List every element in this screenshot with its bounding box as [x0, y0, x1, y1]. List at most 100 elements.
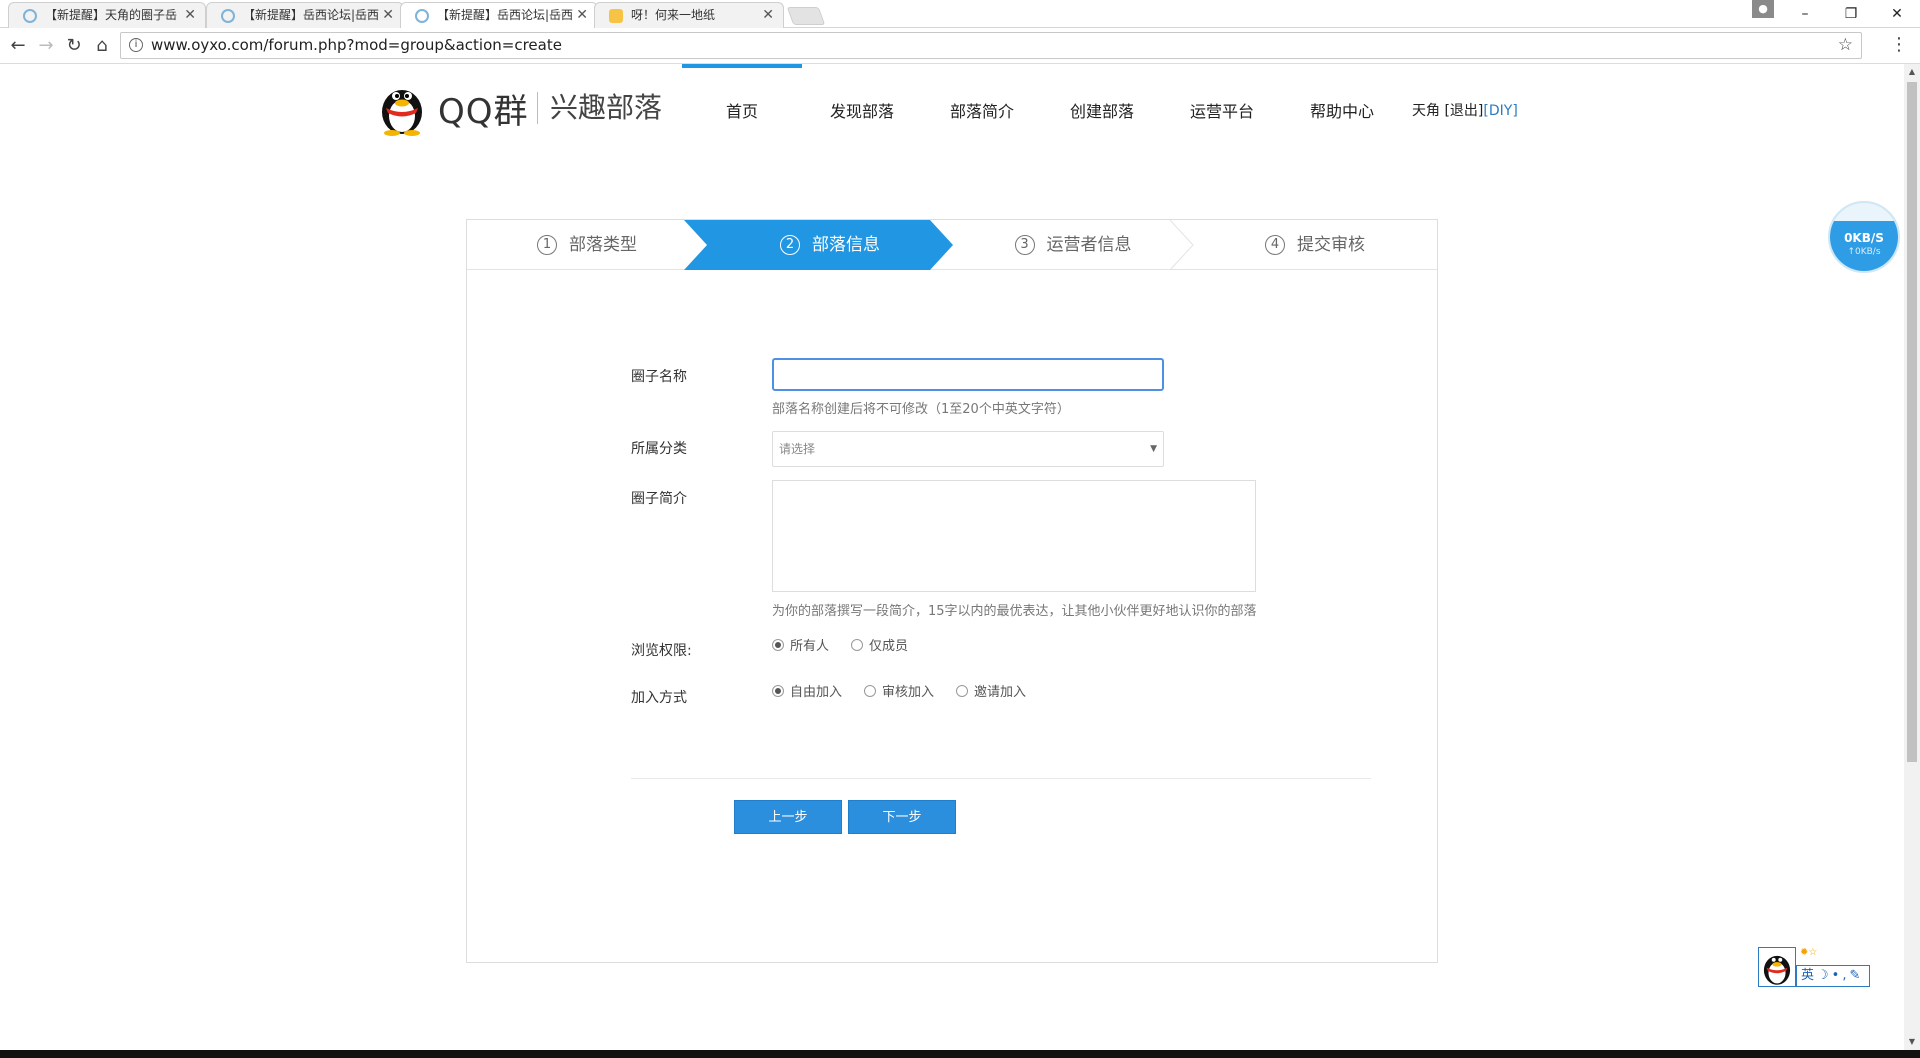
- previous-step-button[interactable]: 上一步: [734, 800, 842, 834]
- url-text: www.oyxo.com/forum.php?mod=group&action=…: [151, 36, 562, 54]
- radio-unselected-icon[interactable]: [851, 638, 864, 651]
- join-option-invite[interactable]: 邀请加入: [956, 681, 1026, 700]
- ime-level-stars-icon: ✹☆: [1800, 947, 1818, 958]
- qq-penguin-logo-icon[interactable]: [376, 78, 428, 136]
- step-tribe-info: 2 部落信息: [707, 220, 953, 270]
- main-nav: 首页 发现部落 部落简介 创建部落 运营平台 帮助中心: [682, 98, 1402, 122]
- step-label: 提交审核: [1297, 235, 1365, 255]
- step-number: 1: [537, 235, 557, 255]
- user-area: 天角 [退出][DIY]: [1412, 100, 1518, 120]
- bookmark-star-icon[interactable]: ☆: [1838, 33, 1853, 58]
- radio-selected-icon[interactable]: [772, 638, 784, 651]
- minimize-button[interactable]: –: [1782, 0, 1828, 28]
- tab-title: 【新提醒】天角的圈子岳: [45, 8, 178, 22]
- join-option-review[interactable]: 审核加入: [864, 681, 934, 700]
- tribe-name-input[interactable]: [772, 358, 1164, 391]
- close-tab-icon[interactable]: ✕: [382, 3, 394, 27]
- radio-label: 仅成员: [869, 639, 909, 654]
- nav-item-operations[interactable]: 运营平台: [1162, 98, 1282, 122]
- ime-tools-icon[interactable]: ✎: [1849, 968, 1863, 983]
- browser-tab-strip: 【新提醒】天角的圈子岳 ✕ 【新提醒】岳西论坛|岳西 ✕ 【新提醒】岳西论坛|岳…: [0, 0, 1920, 28]
- nav-item-create[interactable]: 创建部落: [1042, 98, 1162, 122]
- scroll-up-arrow-icon[interactable]: ▲: [1904, 64, 1920, 80]
- radio-selected-icon[interactable]: [772, 684, 784, 697]
- qq-ime-avatar-icon[interactable]: [1758, 947, 1796, 987]
- forward-icon[interactable]: →: [34, 34, 58, 58]
- radio-label: 自由加入: [790, 685, 843, 700]
- forum-favicon-icon: [415, 9, 429, 23]
- browser-tab-2[interactable]: 【新提醒】岳西论坛|岳西 ✕: [206, 2, 404, 28]
- radio-label: 所有人: [790, 639, 830, 654]
- browser-menu-icon[interactable]: ⋮: [1890, 34, 1908, 55]
- home-icon[interactable]: ⌂: [90, 34, 114, 58]
- ime-toolbar[interactable]: ✹☆ 英☽•,✎: [1758, 947, 1870, 987]
- browser-tab-4[interactable]: 呀！何来一地纸 ✕: [594, 2, 784, 28]
- form-divider: [631, 778, 1371, 779]
- close-tab-icon[interactable]: ✕: [576, 3, 588, 27]
- ime-moon-icon[interactable]: ☽: [1817, 968, 1832, 983]
- close-window-button[interactable]: ✕: [1874, 0, 1920, 28]
- close-tab-icon[interactable]: ✕: [184, 3, 196, 27]
- browser-tab-1[interactable]: 【新提醒】天角的圈子岳 ✕: [8, 2, 206, 28]
- step-number: 3: [1014, 235, 1035, 255]
- create-tribe-wizard: 1 部落类型 2 部落信息 3 运营者信息 4 提交审核 圈子名称 部落名称创建后将不可…: [466, 219, 1438, 963]
- os-taskbar: [0, 1050, 1920, 1058]
- join-method-radios: 自由加入 审核加入 邀请加入: [772, 681, 1048, 700]
- nav-item-intro[interactable]: 部落简介: [922, 98, 1042, 122]
- join-method-label: 加入方式: [631, 690, 687, 706]
- browser-tab-3[interactable]: 【新提醒】岳西论坛|岳西 ✕: [400, 2, 598, 28]
- radio-unselected-icon[interactable]: [864, 684, 877, 697]
- intro-hint: 为你的部落撰写一段简介，15字以内的最优表达，让其他小伙伴更好地认识你的部落: [772, 604, 1257, 619]
- site-header: QQ群 兴趣部落 首页 发现部落 部落简介 创建部落 运营平台 帮助中心 天角 …: [0, 64, 1904, 154]
- upload-speed: ↑0KB/s: [1847, 247, 1881, 257]
- brand-title: QQ群: [438, 92, 529, 132]
- name-hint: 部落名称创建后将不可修改（1至20个中英文字符）: [772, 402, 1070, 417]
- ime-mode[interactable]: 英: [1801, 968, 1817, 983]
- view-permission-label: 浏览权限:: [631, 643, 692, 659]
- step-tribe-type: 1 部落类型: [467, 220, 707, 270]
- network-speed-widget[interactable]: 0KB/S ↑0KB/s: [1828, 201, 1900, 273]
- ime-punct-icon[interactable]: •,: [1832, 968, 1850, 983]
- profile-icon[interactable]: ●: [1752, 0, 1774, 18]
- view-option-members[interactable]: 仅成员: [851, 635, 908, 654]
- next-step-button[interactable]: 下一步: [848, 800, 956, 834]
- diy-link[interactable]: [DIY]: [1483, 103, 1517, 119]
- name-label: 圈子名称: [631, 369, 687, 385]
- wizard-steps: 1 部落类型 2 部落信息 3 运营者信息 4 提交审核: [467, 220, 1437, 270]
- scroll-down-arrow-icon[interactable]: ▼: [1904, 1034, 1920, 1050]
- username[interactable]: 天角: [1412, 103, 1440, 119]
- new-tab-button[interactable]: [786, 7, 826, 25]
- view-permission-radios: 所有人 仅成员: [772, 635, 930, 654]
- forum-favicon-icon: [221, 9, 235, 23]
- address-bar[interactable]: i www.oyxo.com/forum.php?mod=group&actio…: [120, 32, 1862, 59]
- forum-favicon-icon: [23, 9, 37, 23]
- view-option-everyone[interactable]: 所有人: [772, 635, 829, 654]
- radio-unselected-icon[interactable]: [956, 684, 969, 697]
- scrollbar-thumb[interactable]: [1907, 82, 1917, 762]
- category-select[interactable]: 请选择 ▼: [772, 431, 1164, 467]
- ime-status-bar[interactable]: 英☽•,✎: [1796, 965, 1870, 987]
- radio-label: 邀请加入: [974, 685, 1027, 700]
- site-info-icon[interactable]: i: [129, 38, 143, 52]
- tab-title: 呀！何来一地纸: [631, 8, 716, 22]
- logout-link[interactable]: [退出]: [1444, 103, 1483, 119]
- nav-item-help[interactable]: 帮助中心: [1282, 98, 1402, 122]
- download-speed: 0KB/S: [1844, 231, 1884, 245]
- page-scrollbar[interactable]: ▲ ▼: [1904, 64, 1920, 1050]
- restore-button[interactable]: ❐: [1828, 0, 1874, 28]
- step-number: 4: [1265, 235, 1285, 255]
- tab-title: 【新提醒】岳西论坛|岳西: [243, 8, 380, 22]
- step-label: 部落信息: [812, 235, 880, 255]
- nav-item-discover[interactable]: 发现部落: [802, 98, 922, 122]
- tribe-intro-textarea[interactable]: [772, 480, 1256, 592]
- dropdown-arrow-icon: ▼: [1150, 444, 1157, 454]
- close-tab-icon[interactable]: ✕: [762, 3, 774, 27]
- radio-label: 审核加入: [882, 685, 935, 700]
- join-option-free[interactable]: 自由加入: [772, 681, 842, 700]
- back-icon[interactable]: ←: [6, 34, 30, 58]
- reload-icon[interactable]: ↻: [62, 34, 86, 58]
- nav-item-home[interactable]: 首页: [682, 98, 802, 122]
- category-label: 所属分类: [631, 441, 687, 457]
- step-label: 运营者信息: [1046, 235, 1132, 255]
- step-number: 2: [780, 235, 800, 255]
